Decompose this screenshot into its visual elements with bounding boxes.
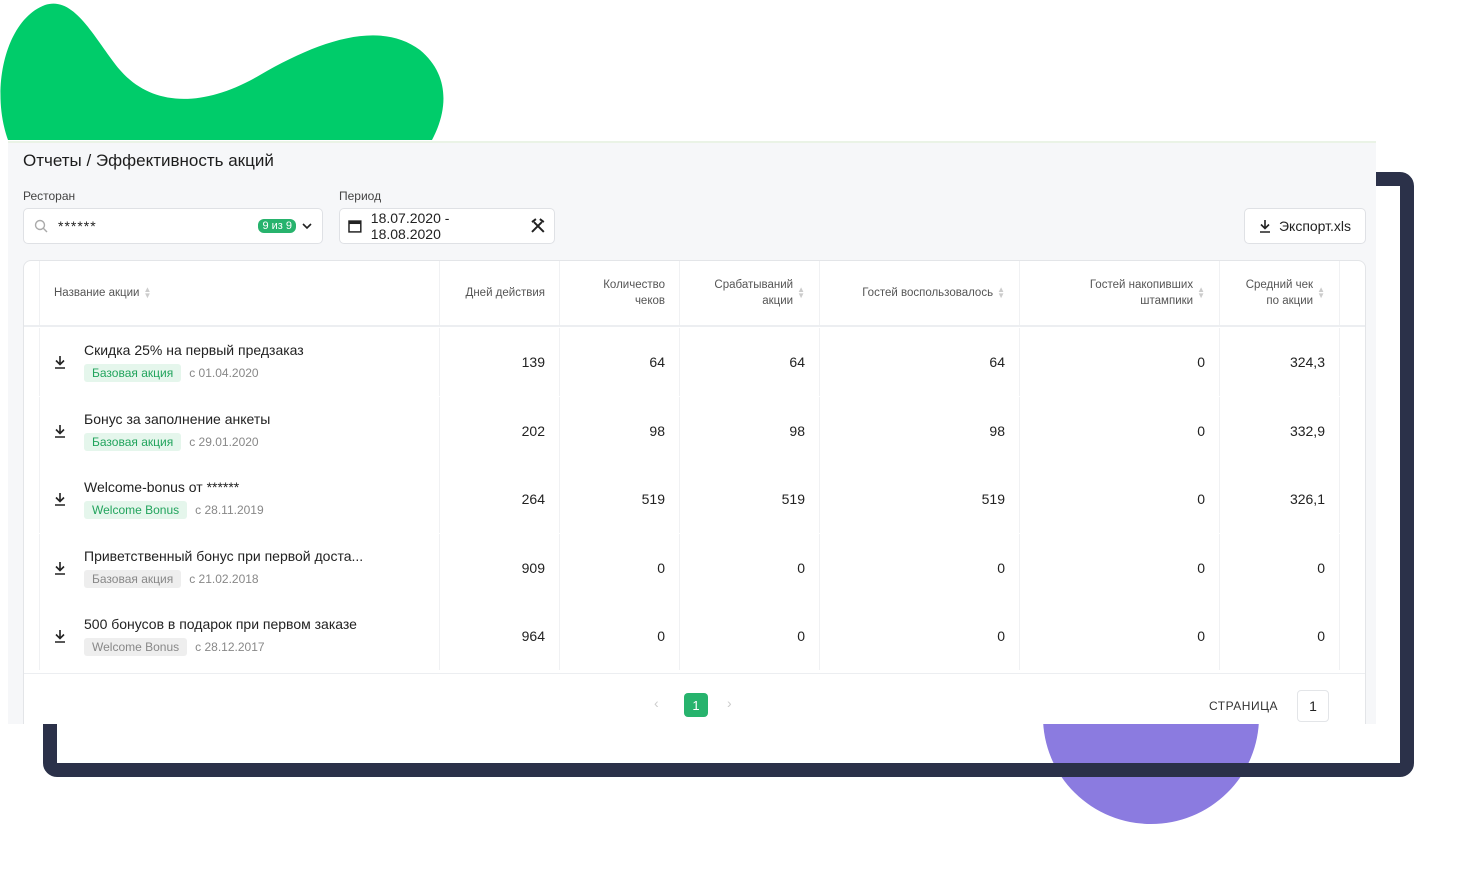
export-label: Экспорт.xls xyxy=(1278,218,1352,234)
download-icon xyxy=(1259,220,1270,233)
promotion-type-tag: Базовая акция xyxy=(84,569,182,588)
table-cell: 0 xyxy=(1020,602,1220,670)
table-cell: 0 xyxy=(820,602,1020,670)
table-cell: 324,3 xyxy=(1220,328,1340,396)
promotion-name[interactable]: Бонус за заполнение анкеты xyxy=(84,411,270,427)
table-cell: 964 xyxy=(440,602,560,670)
table-cell: 0 xyxy=(1220,533,1340,602)
promotion-type-tag: Welcome Bonus xyxy=(84,501,188,519)
column-header-avg-check[interactable]: Средний чек по акции ▲ ▼ xyxy=(1220,261,1340,325)
table-cell: 519 xyxy=(820,465,1020,533)
table-cell: 98 xyxy=(560,396,680,465)
promotion-type-tag: Welcome Bonus xyxy=(84,638,188,656)
download-icon[interactable] xyxy=(54,355,66,369)
search-icon xyxy=(34,219,48,233)
table-cell: 519 xyxy=(560,465,680,533)
promotion-name[interactable]: Скидка 25% на первый предзаказ xyxy=(84,342,304,358)
table-cell: 0 xyxy=(680,533,820,602)
table-row[interactable]: Welcome-bonus от ****** Welcome Bonus с 28… xyxy=(24,465,1365,533)
promotion-start-date: с 01.04.2020 xyxy=(189,366,259,380)
table-cell: 98 xyxy=(680,396,820,465)
table-cell: 0 xyxy=(1020,396,1220,465)
column-header-stamps[interactable]: Гостей накопивших штампики ▲ ▼ xyxy=(1020,261,1220,325)
table-cell: 519 xyxy=(680,465,820,533)
table-cell: 0 xyxy=(560,533,680,602)
table-cell: 0 xyxy=(1020,533,1220,602)
table-cell: 64 xyxy=(820,328,1020,396)
table-cell: 139 xyxy=(440,328,560,396)
period-picker[interactable]: 18.07.2020 - 18.08.2020 xyxy=(339,208,555,244)
promotion-name[interactable]: 500 бонусов в подарок при первом заказе xyxy=(84,616,357,632)
table-cell: 0 xyxy=(560,602,680,670)
table-cell: 0 xyxy=(1020,465,1220,533)
column-header-days: Дней действия xyxy=(440,261,560,325)
table-cell: 332,9 xyxy=(1220,396,1340,465)
promotion-type-tag: Базовая акция xyxy=(84,364,182,382)
column-header-name[interactable]: Название акции ▲ ▼ xyxy=(40,261,440,325)
export-xls-button[interactable]: Экспорт.xls xyxy=(1244,208,1366,244)
download-icon[interactable] xyxy=(54,492,66,506)
column-header-triggers[interactable]: Срабатываний акции ▲ ▼ xyxy=(680,261,820,325)
table-cell: 64 xyxy=(680,328,820,396)
period-label: Период xyxy=(339,189,382,203)
table-cell: 0 xyxy=(1220,602,1340,670)
promotion-start-date: с 28.11.2019 xyxy=(195,503,264,517)
calendar-icon xyxy=(348,220,362,233)
table-cell: 909 xyxy=(440,533,560,602)
promotions-table: Название акции ▲ ▼ Дней действия Количеств… xyxy=(23,260,1366,724)
prev-page-icon[interactable]: ‹ xyxy=(654,695,659,711)
page-button-1[interactable]: 1 xyxy=(684,693,708,717)
reports-panel: Отчеты / Эффективность акций Ресторан **… xyxy=(8,141,1376,724)
tools-icon[interactable] xyxy=(530,218,546,234)
page-label: СТРАНИЦА xyxy=(1209,699,1278,713)
table-row[interactable]: 500 бонусов в подарок при первом заказе W… xyxy=(24,602,1365,670)
download-icon[interactable] xyxy=(54,629,66,643)
table-row[interactable]: Скидка 25% на первый предзаказ Базовая ак… xyxy=(24,328,1365,396)
column-header-checks: Количество чеков xyxy=(560,261,680,325)
restaurant-select[interactable]: ****** 9 из 9 xyxy=(23,208,323,244)
download-icon[interactable] xyxy=(54,561,66,575)
selected-count-badge: 9 из 9 xyxy=(258,219,296,233)
table-header: Название акции ▲ ▼ Дней действия Количеств… xyxy=(24,261,1365,327)
table-cell: 0 xyxy=(1020,328,1220,396)
table-row[interactable]: Бонус за заполнение анкеты Базовая акция с… xyxy=(24,396,1365,465)
table-row[interactable]: Приветственный бонус при первой доста...… xyxy=(24,533,1365,602)
promotion-name[interactable]: Welcome-bonus от ****** xyxy=(84,479,264,495)
column-header-guests[interactable]: Гостей воспользовалось ▲ ▼ xyxy=(820,261,1020,325)
promotion-start-date: с 21.02.2018 xyxy=(189,571,259,586)
page-input[interactable]: 1 xyxy=(1297,690,1329,722)
download-icon[interactable] xyxy=(54,424,66,438)
green-blob-decoration xyxy=(0,3,444,140)
page-title: Отчеты / Эффективность акций xyxy=(23,151,274,170)
promotion-start-date: с 28.12.2017 xyxy=(195,640,265,654)
restaurant-value: ****** xyxy=(58,218,97,234)
table-cell: 326,1 xyxy=(1220,465,1340,533)
table-cell: 0 xyxy=(680,602,820,670)
promotion-name[interactable]: Приветственный бонус при первой доста... xyxy=(84,548,363,564)
table-cell: 64 xyxy=(560,328,680,396)
table-cell: 202 xyxy=(440,396,560,465)
chevron-down-icon xyxy=(302,223,312,230)
table-cell: 98 xyxy=(820,396,1020,465)
restaurant-label: Ресторан xyxy=(23,189,76,203)
table-cell: 264 xyxy=(440,465,560,533)
promotion-start-date: с 29.01.2020 xyxy=(189,434,259,449)
period-value: 18.07.2020 - 18.08.2020 xyxy=(370,210,450,242)
promotion-type-tag: Базовая акция xyxy=(84,432,182,451)
table-cell: 0 xyxy=(820,533,1020,602)
pagination: ‹ 1 › СТРАНИЦА 1 xyxy=(24,673,1365,724)
next-page-icon[interactable]: › xyxy=(727,695,732,711)
